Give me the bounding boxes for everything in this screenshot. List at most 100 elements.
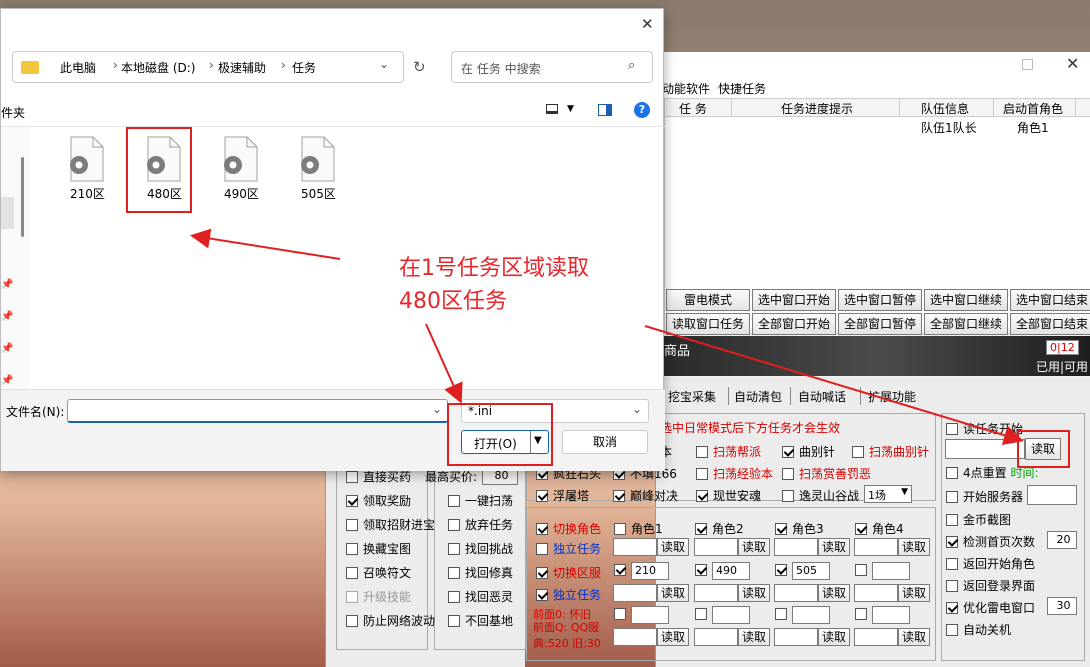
read-button[interactable]: 读取	[898, 628, 930, 646]
read-button[interactable]: 读取	[657, 628, 689, 646]
opt-return-login[interactable]: 返回登录界面	[946, 577, 1035, 594]
nav-scrollbar[interactable]	[21, 157, 24, 237]
tab-clean-bag[interactable]: 自动清包	[734, 388, 782, 405]
opt-upgrade-skill[interactable]: 升级技能	[346, 588, 411, 605]
file-item-210[interactable]: 210区	[57, 135, 117, 205]
task-file-input[interactable]	[774, 628, 818, 646]
opt-peak-duel[interactable]: 巅峰对决	[613, 487, 678, 504]
opt-recover-evil[interactable]: 找回恶灵	[448, 588, 513, 605]
opt-switch-role[interactable]: 切换角色	[536, 520, 601, 537]
task-file-input[interactable]	[613, 584, 657, 602]
opt-optimize-window[interactable]: 优化雷电窗口	[946, 599, 1035, 616]
opt-switch-zone[interactable]: 切换区服	[536, 564, 601, 581]
breadcrumb-tasks[interactable]: 任务	[292, 59, 316, 76]
refresh-icon[interactable]: ↻	[413, 58, 426, 76]
chevron-down-icon[interactable]: ⌄	[432, 402, 442, 416]
task-file-input[interactable]	[694, 538, 738, 556]
read-button[interactable]: 读取	[898, 538, 930, 556]
optimize-window-input[interactable]: 30	[1047, 597, 1077, 615]
view-icon[interactable]	[546, 104, 558, 114]
opt-anti-network[interactable]: 防止网络波动	[346, 612, 435, 629]
opt-summon-rune[interactable]: 召唤符文	[346, 564, 411, 581]
col-header-task[interactable]: 任 务	[679, 100, 707, 117]
opt-independent-task-1[interactable]: 独立任务	[536, 540, 601, 557]
zone-3-input[interactable]: 505	[792, 562, 830, 580]
zone-1[interactable]	[614, 563, 631, 577]
menu-item-software[interactable]: 动能软件	[662, 80, 710, 97]
task-file-input[interactable]	[854, 628, 898, 646]
opt-auto-shutdown[interactable]: 自动关机	[946, 621, 1011, 638]
role-4[interactable]: 角色4	[855, 520, 904, 537]
role-1[interactable]: 角色1	[614, 520, 663, 537]
read-button[interactable]: 读取	[657, 584, 689, 602]
selected-start-button[interactable]: 选中窗口开始	[752, 289, 836, 311]
task-file-input[interactable]	[613, 628, 657, 646]
opt-claim-reward[interactable]: 领取奖励	[346, 492, 411, 509]
zone-extra-1-input[interactable]	[631, 606, 669, 624]
opt-pagoda[interactable]: 浮屠塔	[536, 487, 589, 504]
address-bar[interactable]: 此电脑 › 本地磁盘 (D:) › 极速辅助 › 任务 ⌄	[12, 51, 404, 83]
opt-one-key-sweep[interactable]: 一键扫荡	[448, 492, 513, 509]
read-button[interactable]: 读取	[898, 584, 930, 602]
opt-check-home-count[interactable]: 检测首页次数	[946, 533, 1035, 550]
view-dropdown-icon[interactable]: ▼	[567, 104, 574, 114]
all-continue-button[interactable]: 全部窗口继续	[924, 313, 1008, 335]
selected-continue-button[interactable]: 选中窗口继续	[924, 289, 1008, 311]
server-input[interactable]	[1027, 485, 1077, 505]
read-button[interactable]: 读取	[657, 538, 689, 556]
opt-paperclip[interactable]: 曲别针	[782, 443, 835, 460]
file-item-505[interactable]: 505区	[288, 135, 348, 205]
read-button[interactable]: 读取	[738, 628, 770, 646]
preview-pane-icon[interactable]	[598, 104, 612, 116]
task-file-input[interactable]	[854, 538, 898, 556]
task-file-input[interactable]	[694, 584, 738, 602]
breadcrumb-speed-assist[interactable]: 极速辅助	[218, 59, 266, 76]
zone-4-input[interactable]	[872, 562, 910, 580]
col-header-progress[interactable]: 任务进度提示	[781, 100, 853, 117]
zone-extra-2[interactable]	[695, 607, 712, 621]
task-file-input[interactable]	[854, 584, 898, 602]
opt-recover-challenge[interactable]: 找回挑战	[448, 540, 513, 557]
zone-extra-1[interactable]	[614, 607, 631, 621]
app-maximize-icon[interactable]	[1022, 59, 1033, 70]
opt-valley-battle[interactable]: 逸灵山谷战	[782, 487, 859, 504]
read-button[interactable]: 读取	[818, 628, 850, 646]
selected-end-button[interactable]: 选中窗口结束	[1010, 289, 1090, 311]
read-task-input[interactable]	[945, 439, 1025, 459]
all-start-button[interactable]: 全部窗口开始	[752, 313, 836, 335]
help-icon[interactable]: ?	[634, 102, 650, 118]
role-2[interactable]: 角色2	[695, 520, 744, 537]
read-window-task-button[interactable]: 读取窗口任务	[666, 313, 750, 335]
all-end-button[interactable]: 全部窗口结束	[1010, 313, 1090, 335]
task-file-input[interactable]	[613, 538, 657, 556]
opt-sweep-reward-punish[interactable]: 扫荡赏善罚恶	[782, 465, 871, 482]
zone-extra-4[interactable]	[855, 607, 872, 621]
role-3[interactable]: 角色3	[775, 520, 824, 537]
tab-auto-shout[interactable]: 自动喊话	[798, 388, 846, 405]
opt-claim-fortune[interactable]: 领取招财进宝	[346, 516, 435, 533]
col-header-team[interactable]: 队伍信息	[921, 100, 969, 117]
thunder-mode-button[interactable]: 雷电模式	[666, 289, 750, 311]
file-item-490[interactable]: 490区	[211, 135, 271, 205]
read-button[interactable]: 读取	[738, 584, 770, 602]
selected-pause-button[interactable]: 选中窗口暂停	[838, 289, 922, 311]
breadcrumb-this-pc[interactable]: 此电脑	[60, 59, 96, 76]
tab-treasure[interactable]: 挖宝采集	[668, 388, 716, 405]
opt-recover-cultivate[interactable]: 找回修真	[448, 564, 513, 581]
opt-sweep-paperclip[interactable]: 扫荡曲别针	[852, 443, 929, 460]
dialog-close-icon[interactable]: ✕	[641, 15, 654, 33]
opt-sweep-exp[interactable]: 扫荡经验本	[696, 465, 773, 482]
read-button[interactable]: 读取	[818, 538, 850, 556]
breadcrumb-local-disk[interactable]: 本地磁盘 (D:)	[121, 59, 195, 76]
opt-sweep-gang[interactable]: 扫荡帮派	[696, 443, 761, 460]
zone-3[interactable]	[775, 563, 792, 577]
read-button[interactable]: 读取	[818, 584, 850, 602]
zone-extra-3-input[interactable]	[792, 606, 830, 624]
task-file-input[interactable]	[694, 628, 738, 646]
zone-2[interactable]	[695, 563, 712, 577]
zone-1-input[interactable]: 210	[631, 562, 669, 580]
battle-count-select[interactable]: 1场 ▼	[864, 485, 912, 503]
col-header-role[interactable]: 启动首角色	[1003, 100, 1063, 117]
opt-soul-peace[interactable]: 现世安魂	[696, 487, 761, 504]
opt-start-server[interactable]: 开始服务器	[946, 488, 1023, 505]
